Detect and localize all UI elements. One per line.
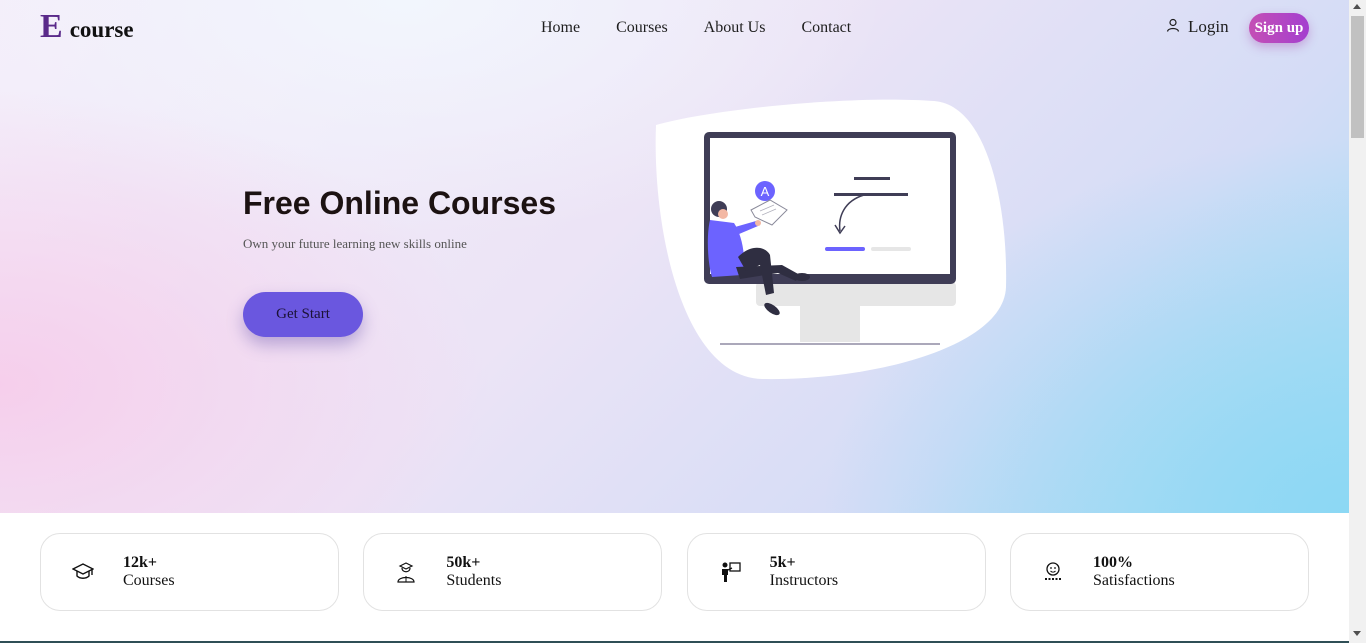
- avatar-letter: A: [761, 184, 770, 199]
- logo-text: course: [69, 17, 134, 42]
- stat-label: Instructors: [769, 572, 839, 589]
- nav-about-us[interactable]: About Us: [704, 18, 766, 38]
- vertical-scrollbar[interactable]: [1349, 0, 1366, 643]
- nav-courses[interactable]: Courses: [616, 18, 668, 38]
- stat-card-courses: 12k+ Courses: [40, 533, 339, 611]
- main-nav: Home Courses About Us Contact: [541, 18, 887, 38]
- scroll-thumb[interactable]: [1351, 16, 1364, 138]
- instructor-icon: [718, 560, 742, 584]
- stat-value: 50k+: [446, 554, 481, 571]
- login-link[interactable]: Login: [1166, 17, 1229, 37]
- stat-value: 5k+: [769, 554, 796, 571]
- smiley-icon: [1041, 560, 1065, 584]
- logo-letter: E: [40, 8, 63, 45]
- user-icon: [1166, 18, 1180, 37]
- stat-label: Courses: [123, 572, 175, 589]
- stat-value: 100%: [1092, 554, 1133, 571]
- logo[interactable]: E course: [40, 8, 134, 46]
- graduation-cap-icon: [71, 560, 95, 584]
- stats-section: 12k+ Courses 50k+ Students 5k+ Instructo…: [40, 533, 1309, 611]
- stat-card-instructors: 5k+ Instructors: [686, 533, 986, 611]
- stat-card-satisfactions: 100% Satisfactions: [1009, 533, 1309, 611]
- stat-label: Satisfactions: [1092, 572, 1175, 589]
- signup-button[interactable]: Sign up: [1249, 13, 1309, 43]
- hero-section: E course Home Courses About Us Contact L…: [0, 0, 1349, 513]
- stat-value: 12k+: [123, 554, 158, 571]
- progress-empty: [871, 247, 911, 251]
- stat-label: Students: [446, 572, 502, 589]
- hero-subtitle: Own your future learning new skills onli…: [243, 236, 467, 251]
- hero-illustration: A: [655, 99, 1007, 380]
- progress-filled: [825, 247, 865, 251]
- monitor-base: [756, 282, 956, 306]
- student-icon: [394, 560, 418, 584]
- nav-home[interactable]: Home: [541, 18, 580, 38]
- scroll-down-arrow-icon[interactable]: [1353, 631, 1361, 636]
- hero-title: Free Online Courses: [243, 185, 556, 221]
- stat-card-students: 50k+ Students: [363, 533, 663, 611]
- monitor-stand: [800, 302, 860, 342]
- nav-contact[interactable]: Contact: [801, 18, 851, 38]
- scroll-up-arrow-icon[interactable]: [1353, 4, 1361, 9]
- login-label: Login: [1188, 17, 1229, 36]
- get-start-button[interactable]: Get Start: [243, 292, 363, 337]
